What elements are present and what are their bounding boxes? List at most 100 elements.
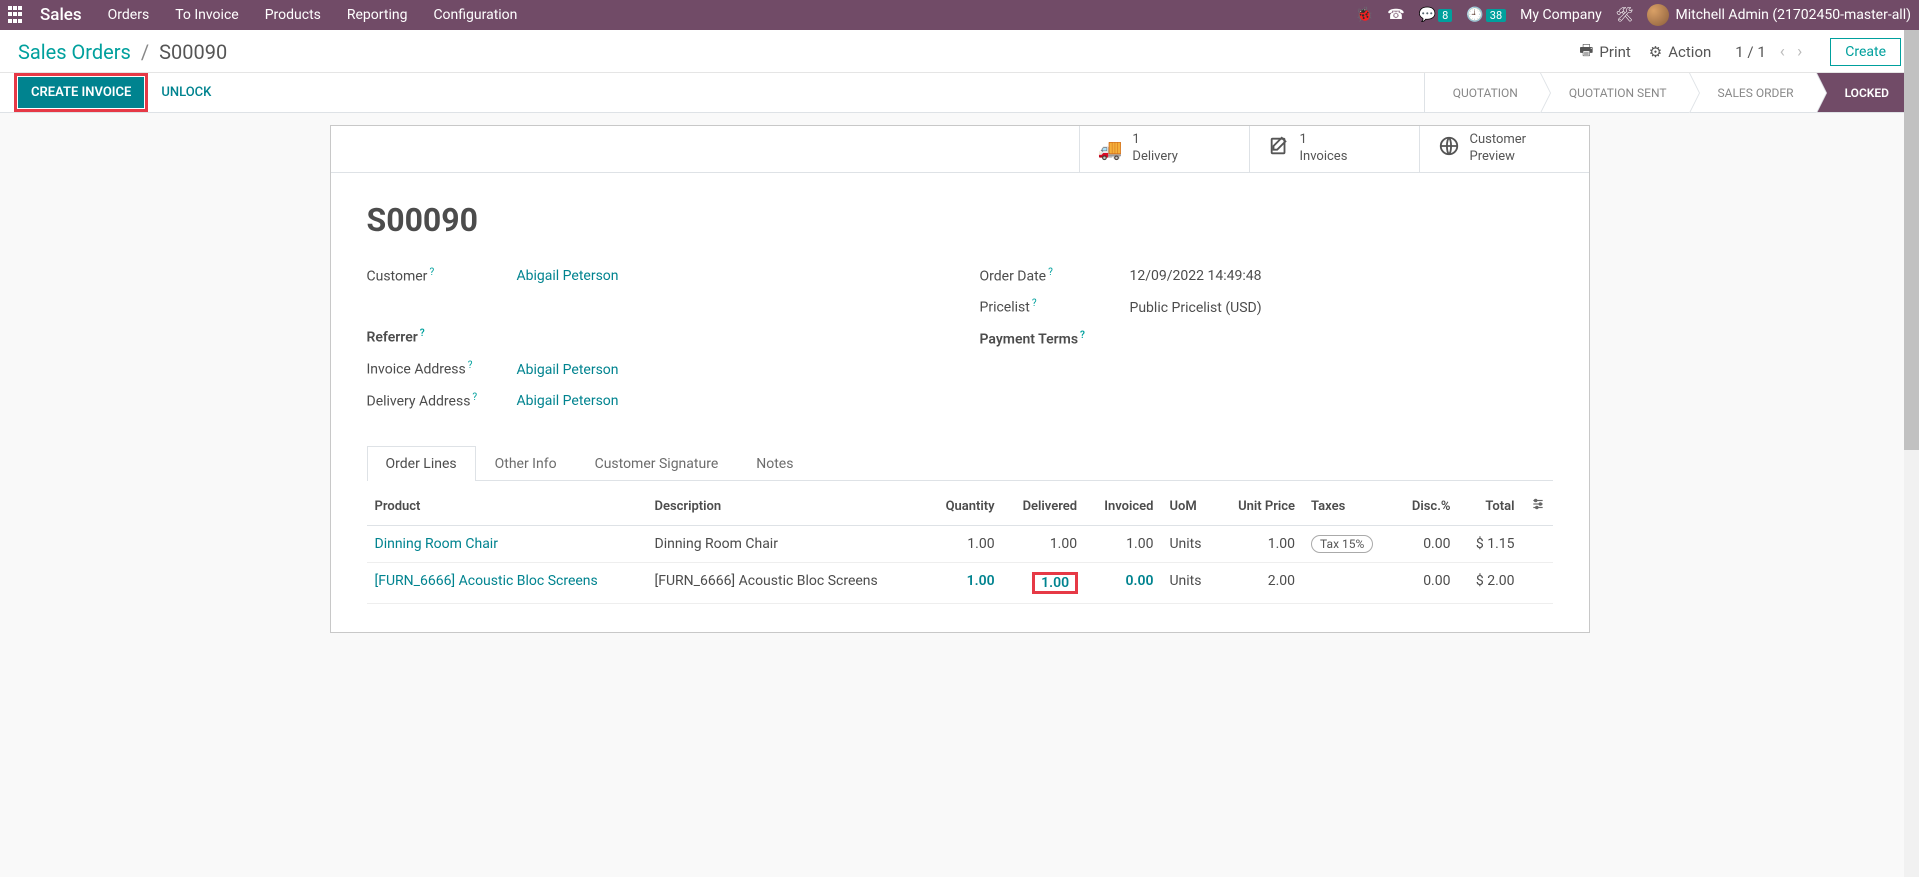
nav-orders[interactable]: Orders [108,7,150,23]
value-pricelist: Public Pricelist (USD) [1130,300,1262,316]
help-icon[interactable]: ? [468,360,473,371]
breadcrumb-root[interactable]: Sales Orders [18,40,131,64]
column-options-icon[interactable] [1523,487,1553,526]
cell-unit-price: 2.00 [1218,563,1303,604]
pager-next[interactable]: › [1797,42,1802,62]
value-customer[interactable]: Abigail Peterson [517,268,619,284]
table-row[interactable]: Dinning Room Chair Dinning Room Chair 1.… [367,526,1553,563]
status-quotation[interactable]: QUOTATION [1424,73,1540,112]
value-order-date: 12/09/2022 14:49:48 [1130,268,1262,284]
nav-to-invoice[interactable]: To Invoice [175,7,239,23]
debug-icon[interactable]: 🐞 [1356,7,1373,23]
th-delivered: Delivered [1003,487,1086,526]
breadcrumb-separator: / [141,40,149,64]
breadcrumb: Sales Orders / S00090 [18,40,227,64]
tax-pill: Tax 15% [1311,535,1373,553]
value-delivery-address[interactable]: Abigail Peterson [517,393,619,409]
cell-taxes [1303,563,1395,604]
th-description: Description [647,487,927,526]
label-order-date: Order Date? [980,267,1130,285]
cell-delivered: 1.00 [1003,563,1086,604]
cell-quantity: 1.00 [927,563,1003,604]
help-icon[interactable]: ? [429,267,434,278]
cell-product[interactable]: Dinning Room Chair [367,526,647,563]
th-invoiced: Invoiced [1085,487,1161,526]
breadcrumb-current: S00090 [159,40,227,64]
truck-icon: 🚚 [1098,137,1123,161]
gear-icon: ⚙ [1649,43,1662,61]
tab-customer-signature[interactable]: Customer Signature [576,446,738,481]
nav-configuration[interactable]: Configuration [433,7,517,23]
cell-product[interactable]: [FURN_6666] Acoustic Bloc Screens [367,563,647,604]
user-menu[interactable]: Mitchell Admin (21702450-master-all) [1647,4,1911,26]
user-name: Mitchell Admin (21702450-master-all) [1675,7,1911,23]
nav-reporting[interactable]: Reporting [347,7,408,23]
cell-description: Dinning Room Chair [647,526,927,563]
tab-other-info[interactable]: Other Info [476,446,576,481]
print-button[interactable]: 🖶 Print [1579,40,1631,65]
tab-notes[interactable]: Notes [737,446,812,481]
cell-invoiced: 1.00 [1085,526,1161,563]
help-icon[interactable]: ? [472,392,477,403]
tabs: Order Lines Other Info Customer Signatur… [367,445,1553,481]
th-unit-price: Unit Price [1218,487,1303,526]
action-button[interactable]: ⚙ Action [1649,43,1711,61]
th-product: Product [367,487,647,526]
table-row[interactable]: [FURN_6666] Acoustic Bloc Screens [FURN_… [367,563,1553,604]
tab-order-lines[interactable]: Order Lines [367,446,476,481]
help-icon[interactable]: ? [1048,267,1053,278]
avatar-icon [1647,4,1669,26]
nav-products[interactable]: Products [265,7,321,23]
create-invoice-button[interactable]: CREATE INVOICE [18,77,144,108]
activities-badge: 38 [1486,9,1506,22]
apps-icon[interactable] [8,6,26,24]
cell-unit-price: 1.00 [1218,526,1303,563]
support-icon[interactable]: ☎ [1387,7,1404,23]
unlock-button[interactable]: UNLOCK [148,77,224,108]
cell-invoiced: 0.00 [1085,563,1161,604]
top-navbar: Sales Orders To Invoice Products Reporti… [0,0,1919,30]
th-taxes: Taxes [1303,487,1395,526]
help-icon[interactable]: ? [420,328,425,339]
print-icon: 🖶 [1579,40,1593,65]
tools-icon[interactable]: 🛠 [1616,7,1634,23]
cell-uom: Units [1161,526,1217,563]
control-bar: Sales Orders / S00090 🖶 Print ⚙ Action 1… [0,30,1919,73]
status-steps: QUOTATION QUOTATION SENT SALES ORDER LOC… [1424,73,1919,112]
globe-icon [1438,135,1460,162]
form-sheet: 🚚 1 Delivery 1 Invoices [330,125,1590,633]
cell-delivered: 1.00 [1003,526,1086,563]
cell-description: [FURN_6666] Acoustic Bloc Screens [647,563,927,604]
company-selector[interactable]: My Company [1520,7,1602,23]
record-title: S00090 [367,201,1553,239]
pager[interactable]: 1 / 1 [1735,43,1766,61]
cell-taxes: Tax 15% [1303,526,1395,563]
stat-delivery[interactable]: 🚚 1 Delivery [1079,126,1249,172]
pager-prev[interactable]: ‹ [1780,42,1785,62]
th-quantity: Quantity [927,487,1003,526]
activities-icon[interactable]: 🕘38 [1466,7,1506,23]
cell-disc: 0.00 [1395,526,1459,563]
value-invoice-address[interactable]: Abigail Peterson [517,362,619,378]
cell-total: $ 2.00 [1458,563,1522,604]
stat-customer-preview[interactable]: Customer Preview [1419,126,1589,172]
cell-total: $ 1.15 [1458,526,1522,563]
scrollbar[interactable] [1904,30,1919,877]
cell-disc: 0.00 [1395,563,1459,604]
order-lines-table: Product Description Quantity Delivered I… [367,487,1553,604]
help-icon[interactable]: ? [1080,330,1085,341]
status-quotation-sent[interactable]: QUOTATION SENT [1540,73,1689,112]
messaging-icon[interactable]: 💬8 [1419,7,1453,23]
label-payment-terms: Payment Terms? [980,330,1130,348]
stat-button-row: 🚚 1 Delivery 1 Invoices [331,126,1589,173]
th-uom: UoM [1161,487,1217,526]
cell-quantity: 1.00 [927,526,1003,563]
label-referrer: Referrer? [367,328,517,346]
app-brand[interactable]: Sales [40,5,82,25]
help-icon[interactable]: ? [1032,298,1037,309]
label-customer: Customer? [367,267,517,285]
stat-invoices[interactable]: 1 Invoices [1249,126,1419,172]
create-button[interactable]: Create [1830,38,1901,66]
status-sales-order[interactable]: SALES ORDER [1689,73,1816,112]
th-disc: Disc.% [1395,487,1459,526]
